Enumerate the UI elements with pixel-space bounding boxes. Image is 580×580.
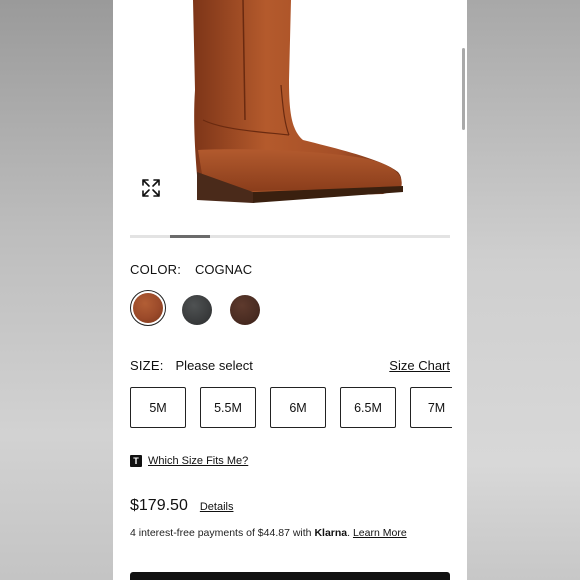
klarna-text: 4 interest-free payments of $44.87 with xyxy=(130,527,315,539)
price: $179.50 xyxy=(130,497,188,514)
swatch-cognac[interactable] xyxy=(133,293,163,323)
scrollbar[interactable] xyxy=(462,48,465,130)
color-selector-label: COLOR: COGNAC xyxy=(130,262,252,277)
which-size-fits-link[interactable]: Which Size Fits Me? xyxy=(148,455,248,467)
selected-color: COGNAC xyxy=(195,262,253,277)
size-fit-helper[interactable]: T Which Size Fits Me? xyxy=(130,455,248,467)
size-button-5-5m[interactable]: 5.5M xyxy=(200,387,256,428)
product-page: COLOR: COGNAC SIZE: Please select Size Cha… xyxy=(113,0,467,580)
size-button-5m[interactable]: 5M xyxy=(130,387,186,428)
klarna-brand: Klarna xyxy=(314,527,348,539)
image-carousel-indicator[interactable] xyxy=(130,235,450,238)
size-button-6-5m[interactable]: 6.5M xyxy=(340,387,396,428)
carousel-active-indicator xyxy=(170,235,210,238)
selected-size: Please select xyxy=(175,358,253,373)
klarna-payment-info: 4 interest-free payments of $44.87 with … xyxy=(130,527,407,539)
size-label: SIZE: xyxy=(130,358,164,373)
product-image-boot[interactable] xyxy=(113,0,467,225)
size-7m-label: 7M xyxy=(427,400,446,415)
add-to-bag-button[interactable] xyxy=(130,572,450,580)
color-label: COLOR: xyxy=(130,262,182,277)
size-chart-link[interactable]: Size Chart xyxy=(389,358,450,373)
klarna-learn-more-link[interactable]: Learn More xyxy=(353,527,407,539)
swatch-brown[interactable] xyxy=(230,295,260,325)
size-button-7m[interactable]: 7M xyxy=(410,387,452,428)
swatch-black[interactable] xyxy=(182,295,212,325)
price-row: $179.50 Details xyxy=(130,497,233,515)
size-button-6m[interactable]: 6M xyxy=(270,387,326,428)
boot-illustration xyxy=(193,0,403,203)
price-details-link[interactable]: Details xyxy=(200,501,234,513)
background-left xyxy=(0,0,113,580)
expand-icon[interactable] xyxy=(141,178,161,198)
background-right xyxy=(467,0,580,580)
size-selector-header: SIZE: Please select Size Chart xyxy=(130,358,450,373)
t-badge-icon: T xyxy=(130,455,142,467)
